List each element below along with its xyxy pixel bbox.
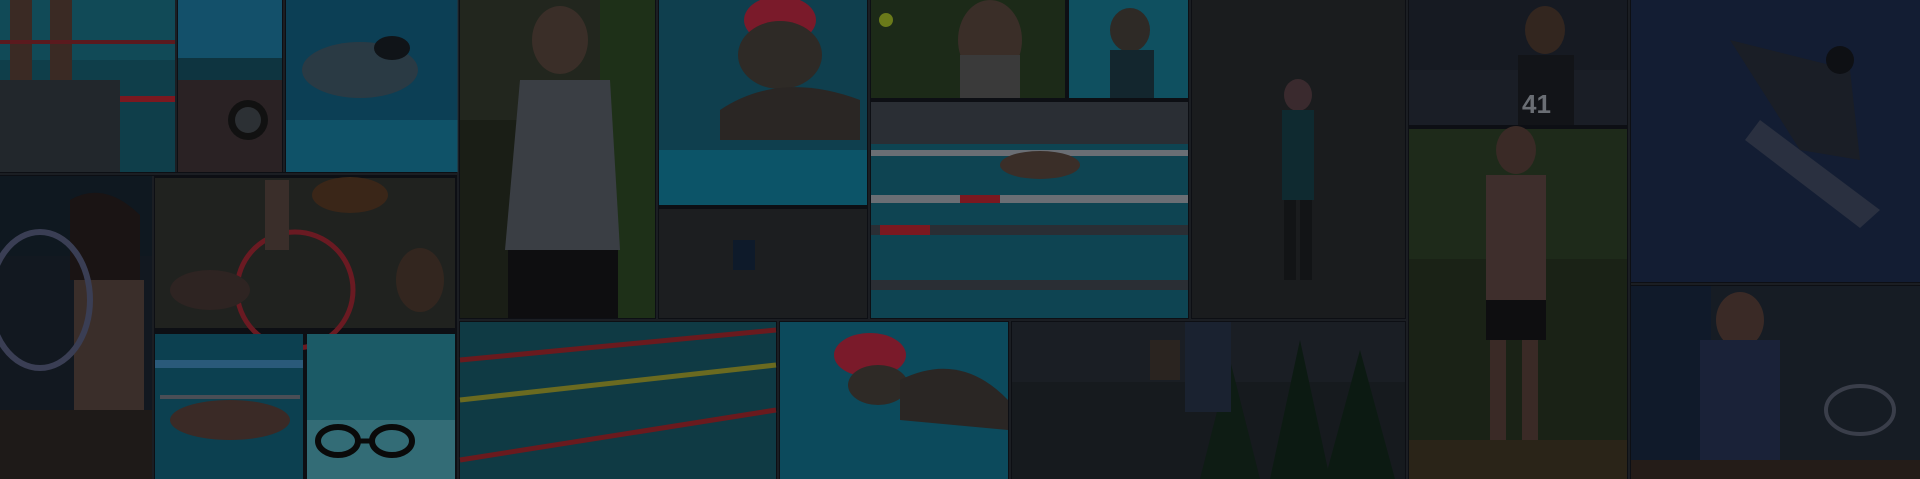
tile-child-wetsuit	[1192, 0, 1405, 318]
tile-basketball-41: 41	[1409, 0, 1627, 125]
tile-snowboarder	[1631, 0, 1920, 282]
tile-boy-thumbs-up	[1069, 0, 1188, 98]
tile-stopwatch-hand	[178, 0, 282, 172]
tile-runner-woman-park	[460, 0, 655, 318]
tile-swimmer-underwater	[286, 0, 458, 172]
sports-collage-background: 41	[0, 0, 1920, 479]
tile-tennis-couple	[1631, 286, 1920, 479]
tile-swimmer-freestyle	[780, 322, 1008, 479]
tile-diver-silhouette	[659, 209, 867, 318]
tile-hikers-forest	[1012, 322, 1405, 479]
tile-swim-goggles	[307, 334, 455, 479]
jersey-number-text: 41	[1522, 89, 1551, 119]
tile-pool-lanes-overhead	[459, 322, 777, 479]
collage-photos: 41	[0, 0, 1920, 479]
tile-tennis-woman	[0, 176, 152, 479]
tile-runner-woman-path	[1409, 126, 1627, 479]
tile-swim-race-lanes	[871, 102, 1188, 318]
tile-swimmer-starting-block	[0, 0, 175, 172]
tile-swimmer-red-cap	[659, 0, 867, 205]
tile-swimmer-stroke-small	[155, 334, 303, 479]
tile-tennis-serve	[871, 0, 1065, 98]
tile-kids-basketball	[155, 177, 455, 351]
